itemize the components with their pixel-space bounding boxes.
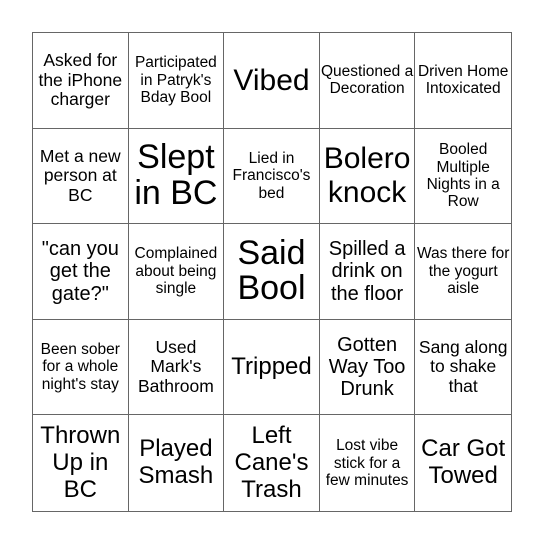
bingo-cell[interactable]: Been sober for a whole night's stay (33, 319, 129, 416)
bingo-cell-text: Lost vibe stick for a few minutes (325, 437, 409, 489)
bingo-cell[interactable]: Sang along to shake that (415, 320, 511, 416)
bingo-cell[interactable]: Tripped (224, 319, 320, 416)
bingo-cell[interactable]: Vibed (224, 33, 320, 129)
bingo-cell-text: Used Mark's Bathroom (137, 336, 214, 396)
bingo-cell-text: Tripped (231, 352, 312, 380)
bingo-cell[interactable]: Lied in Francisco's bed (224, 128, 320, 225)
bingo-cell[interactable]: Played Smash (129, 415, 225, 511)
bingo-cell-text: Been sober for a whole night's stay (40, 341, 120, 393)
bingo-cell-text: Driven Home Intoxicated (417, 62, 509, 98)
bingo-cell[interactable]: Used Mark's Bathroom (128, 319, 225, 416)
bingo-cell-text: Questioned a Decoration (320, 62, 414, 98)
bingo-cell[interactable]: Lost vibe stick for a few minutes (320, 415, 416, 511)
bingo-cell[interactable]: Complained about being single (128, 224, 225, 320)
bingo-cell[interactable]: Thrown Up in BC (33, 415, 129, 511)
bingo-cell[interactable]: Spilled a drink on the floor (319, 224, 416, 320)
bingo-cell[interactable]: Driven Home Intoxicated (415, 33, 511, 129)
bingo-cell-text: "can you get the gate?" (41, 237, 119, 305)
bingo-cell-text: Slept in BC (134, 138, 218, 212)
bingo-cell-text: Was there for the yogurt aisle (416, 245, 510, 298)
bingo-cell[interactable]: Slept in BC (128, 128, 225, 225)
bingo-cell-text: Car Got Towed (421, 435, 506, 490)
bingo-cell[interactable]: Participated in Patryk's Bday Bool (128, 33, 225, 129)
bingo-cell[interactable]: Met a new person at BC (33, 128, 129, 225)
bingo-cell-text: Bolero knock (323, 142, 411, 209)
bingo-cell[interactable]: Was there for the yogurt aisle (415, 224, 511, 320)
bingo-cell[interactable]: Gotten Way Too Drunk (319, 319, 416, 416)
bingo-cell[interactable]: Booled Multiple Nights in a Row (415, 129, 511, 225)
bingo-cell[interactable]: Questioned a Decoration (319, 33, 416, 129)
bingo-cell-text: Complained about being single (134, 245, 218, 298)
bingo-cell-text: Gotten Way Too Drunk (328, 333, 406, 401)
bingo-cell-text: Booled Multiple Nights in a Row (426, 141, 500, 211)
bingo-cell[interactable]: Left Cane's Trash (224, 415, 320, 511)
bingo-cell-text: Vibed (233, 63, 310, 97)
bingo-cell[interactable]: Bolero knock (319, 128, 416, 225)
bingo-cell-text: Sang along to shake that (418, 336, 508, 396)
bingo-cell-text: Participated in Patryk's Bday Bool (134, 54, 217, 106)
bingo-cell[interactable]: Car Got Towed (415, 415, 511, 511)
bingo-cell-text: Met a new person at BC (39, 145, 121, 205)
bingo-cell[interactable]: "can you get the gate?" (33, 224, 129, 320)
bingo-cell-text: Lied in Francisco's bed (232, 149, 311, 202)
bingo-cell[interactable]: Said Bool (224, 224, 320, 320)
bingo-board: Asked for the iPhone charger Participated… (32, 32, 512, 512)
bingo-cell-text: Said Bool (237, 233, 306, 308)
bingo-cell-text: Played Smash (138, 435, 214, 490)
bingo-cell-text: Left Cane's Trash (234, 421, 309, 503)
bingo-cell-text: Thrown Up in BC (40, 421, 121, 503)
bingo-cell-text: Spilled a drink on the floor (328, 237, 406, 305)
bingo-cell-text: Asked for the iPhone charger (38, 49, 123, 110)
bingo-cell[interactable]: Asked for the iPhone charger (33, 33, 129, 129)
